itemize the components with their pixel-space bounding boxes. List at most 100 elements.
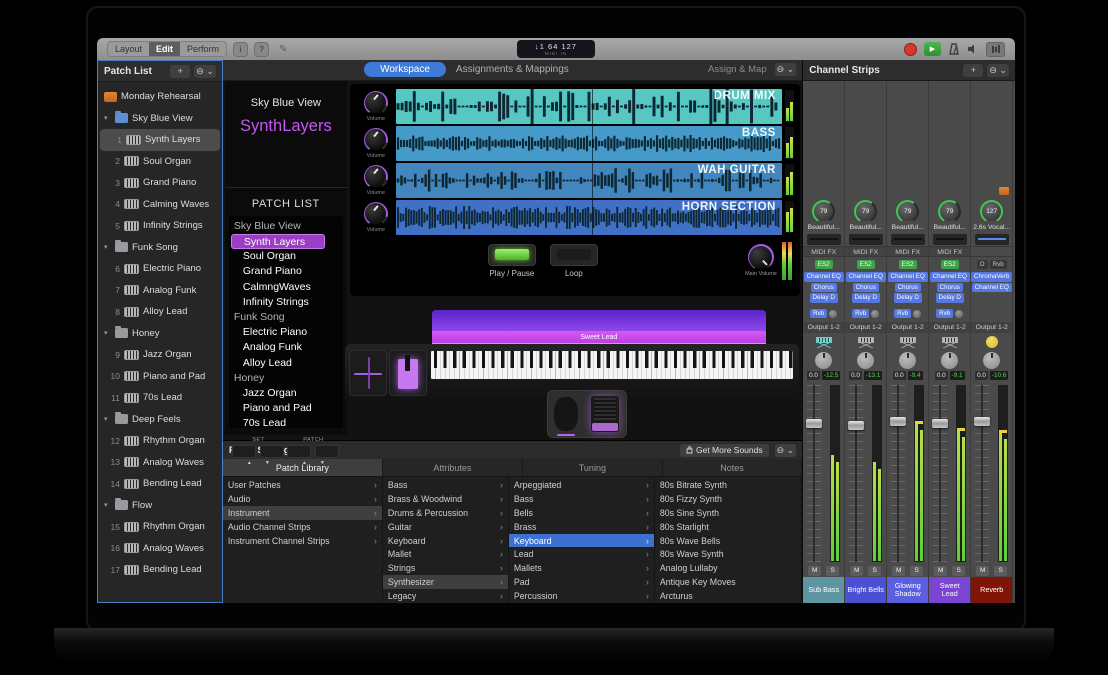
library-item[interactable]: Strings› — [383, 561, 508, 575]
fader-cap[interactable] — [806, 419, 822, 428]
channel-strip[interactable]: 79 Beautiful... MIDI FX ES2 Channel EQCh… — [887, 81, 929, 603]
send-button[interactable]: Rvb — [810, 309, 827, 319]
widget-patch-row[interactable]: Analog Funk — [231, 340, 341, 355]
track-volume-knob[interactable] — [364, 91, 388, 115]
library-item[interactable]: 80s Sine Synth — [655, 506, 801, 520]
preset-name[interactable]: Beautiful... — [850, 223, 882, 233]
layer-sweet-lead[interactable]: Sweet Lead — [432, 331, 766, 343]
library-item[interactable]: Guitar› — [383, 520, 508, 534]
fader-cap[interactable] — [848, 421, 864, 430]
feedback-pencil-icon[interactable]: ✎ — [279, 44, 287, 55]
preset-name[interactable]: Beautiful... — [808, 223, 840, 233]
volume-value[interactable]: -13.1 — [864, 371, 882, 380]
pan-knob[interactable] — [899, 352, 916, 369]
library-item[interactable]: 80s Wave Bells — [655, 534, 801, 548]
patch-settings-menu-button[interactable]: ⊖ ⌄ — [775, 444, 797, 457]
effect-button[interactable]: Channel EQ — [888, 272, 928, 282]
patch-list-patch-row[interactable]: 2Soul Organ — [98, 151, 222, 173]
output-selector[interactable]: Output 1-2 — [929, 322, 970, 333]
send-button[interactable]: Rvb — [894, 309, 911, 319]
effect-button[interactable]: Delay D — [810, 293, 838, 303]
library-item[interactable]: Brass› — [509, 520, 654, 534]
patch-list-patch-row[interactable]: 10Piano and Pad — [98, 366, 222, 388]
library-item[interactable]: 80s Wave Synth — [655, 547, 801, 561]
widget-set-row[interactable]: Honey — [231, 371, 341, 386]
patch-list-patch-row[interactable]: 9Jazz Organ — [98, 344, 222, 366]
patch-list-patch-row[interactable]: 16Analog Waves — [98, 538, 222, 560]
midi-fx-slot[interactable]: MIDI FX — [887, 246, 928, 257]
main-volume-knob[interactable] — [748, 244, 774, 270]
solo-button[interactable]: S — [994, 566, 1007, 576]
play-pause-button[interactable] — [488, 244, 536, 266]
widget-set-row[interactable]: Sky Blue View — [231, 219, 341, 234]
library-item[interactable]: Keyboard› — [509, 534, 654, 548]
mod-slider[interactable] — [389, 350, 427, 396]
library-item[interactable]: Audio Channel Strips› — [223, 520, 382, 534]
playhead[interactable] — [592, 89, 594, 237]
patch-prev-button[interactable] — [287, 445, 311, 458]
speaker-icon[interactable] — [967, 43, 979, 55]
patch-list-patch-row[interactable]: 17Bending Lead — [98, 559, 222, 581]
widget-patch-row[interactable]: Grand Piano — [231, 264, 341, 279]
widget-patch-row[interactable]: Electric Piano — [231, 325, 341, 340]
output-selector[interactable]: Output 1-2 — [845, 322, 886, 333]
library-item[interactable]: Mallet› — [383, 547, 508, 561]
add-channel-strip-button[interactable]: + — [963, 64, 983, 77]
mini-display[interactable] — [807, 234, 841, 245]
library-item[interactable]: Brass & Woodwind› — [383, 492, 508, 506]
waveform-display[interactable]: DRUM MIX — [396, 89, 782, 124]
library-item[interactable]: Percussion› — [509, 589, 654, 603]
library-item[interactable]: Instrument Channel Strips› — [223, 534, 382, 548]
solo-button[interactable]: S — [952, 566, 965, 576]
library-item[interactable]: Keyboard› — [383, 534, 508, 548]
patch-list-patch-row[interactable]: 13Analog Waves — [98, 452, 222, 474]
info-icon[interactable]: i — [233, 42, 248, 57]
tab-attributes[interactable]: Attributes — [383, 459, 523, 476]
library-item[interactable]: User Patches› — [223, 478, 382, 492]
instrument-button[interactable]: ES2 — [899, 260, 917, 270]
library-item[interactable]: Antique Key Moves — [655, 575, 801, 589]
patch-list-patch-row[interactable]: 15Rhythm Organ — [98, 516, 222, 538]
assign-map-button[interactable]: Assign & Map — [708, 64, 767, 75]
preset-name[interactable]: Beautiful... — [892, 223, 924, 233]
strip-knob[interactable]: 127 — [980, 200, 1003, 223]
volume-value[interactable]: -12.5 — [822, 371, 840, 380]
preset-name[interactable]: 2.6s Vocal... — [973, 223, 1010, 233]
strip-knob[interactable]: 79 — [896, 200, 919, 223]
patch-list-patch-row[interactable]: 6Electric Piano — [98, 258, 222, 280]
send-knob[interactable] — [913, 310, 921, 318]
track-volume-knob[interactable] — [364, 128, 388, 152]
library-item[interactable]: Synthesizer› — [383, 575, 508, 589]
effect-button[interactable]: Channel EQ — [972, 283, 1012, 293]
expression-pedal[interactable] — [554, 397, 578, 431]
layout-mode-button[interactable]: Layout — [108, 42, 149, 56]
widget-patch-row[interactable]: Infinity Strings — [231, 295, 341, 310]
library-item[interactable]: Bass› — [509, 492, 654, 506]
tab-tuning[interactable]: Tuning — [523, 459, 663, 476]
mini-display[interactable] — [975, 234, 1009, 245]
mute-button[interactable]: M — [934, 566, 947, 576]
effect-button[interactable]: Delay D — [936, 293, 964, 303]
instrument-button[interactable]: ES2 — [941, 260, 959, 270]
pan-knob[interactable] — [983, 352, 1000, 369]
patch-list-patch-row[interactable]: 1Synth Layers — [100, 129, 220, 151]
output-selector[interactable]: Output 1-2 — [971, 322, 1012, 333]
edit-mode-button[interactable]: Edit — [149, 42, 180, 56]
output-selector[interactable]: Output 1-2 — [803, 322, 844, 333]
effect-button[interactable]: Chorus — [895, 283, 921, 293]
patch-list-patch-row[interactable]: 8Alloy Lead — [98, 301, 222, 323]
pan-knob[interactable] — [857, 352, 874, 369]
midi-fx-slot[interactable] — [971, 246, 1012, 257]
patch-list-patch-row[interactable]: 3Grand Piano — [98, 172, 222, 194]
piano-keys[interactable] — [431, 351, 793, 379]
library-item[interactable]: Drums & Percussion› — [383, 506, 508, 520]
track-volume-knob[interactable] — [364, 165, 388, 189]
tab-assignments-mappings[interactable]: Assignments & Mappings — [456, 64, 569, 75]
strip-knob[interactable]: 79 — [854, 200, 877, 223]
fader-cap[interactable] — [974, 417, 990, 426]
library-item[interactable]: Pad› — [509, 575, 654, 589]
send-knob[interactable] — [955, 310, 963, 318]
patch-list-set-row[interactable]: ▾Deep Feels — [98, 409, 222, 431]
library-item[interactable]: Analog Lullaby — [655, 561, 801, 575]
volume-value[interactable]: -10.6 — [990, 371, 1008, 380]
